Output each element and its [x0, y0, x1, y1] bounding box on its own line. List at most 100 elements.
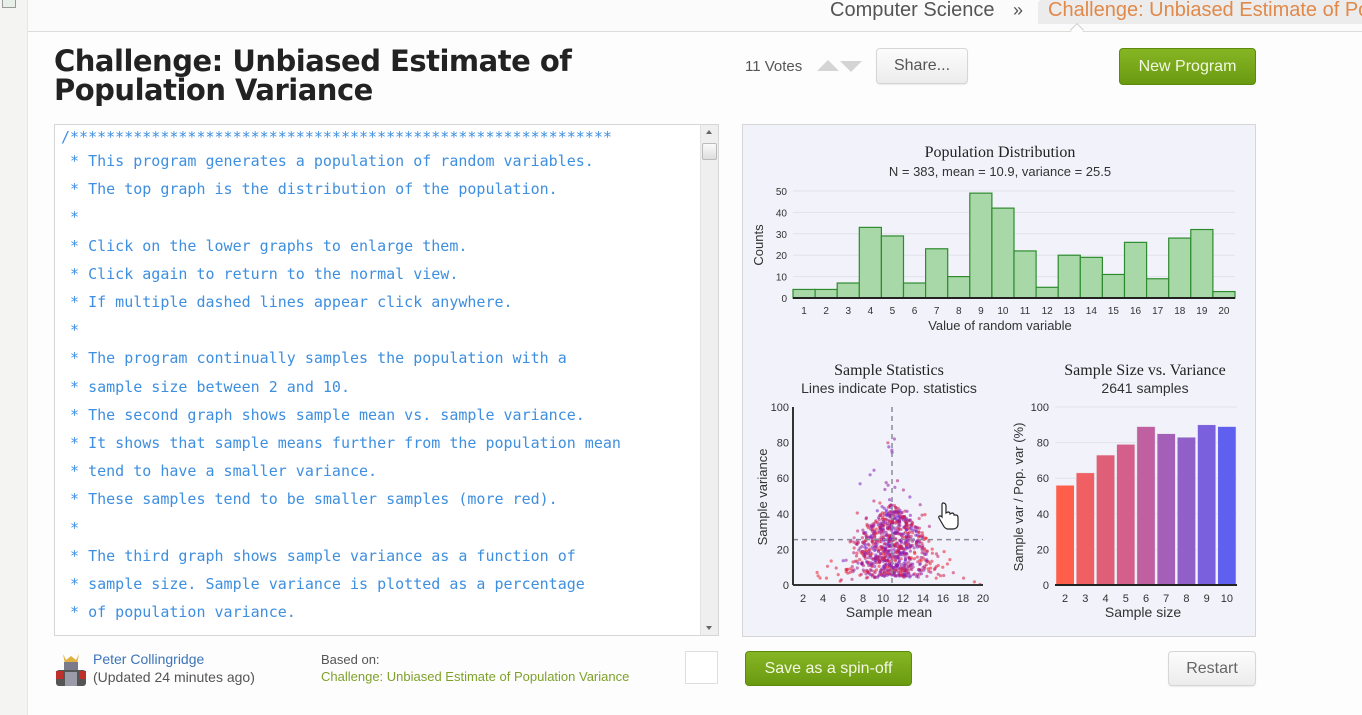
scatter-point	[883, 546, 887, 550]
sample-statistics-chart[interactable]: Sample Statistics Lines indicate Pop. st…	[755, 362, 989, 620]
scrollbar-thumb[interactable]	[702, 143, 717, 160]
scatter-point	[884, 534, 888, 538]
scatter-point	[884, 550, 888, 554]
scatter-point	[929, 570, 933, 574]
vote-up-icon[interactable]	[817, 60, 839, 71]
hist-xtick: 4	[868, 306, 874, 317]
hist-bar	[925, 248, 949, 299]
scroll-down-arrow-icon[interactable]	[706, 626, 712, 630]
scatter-point	[962, 576, 966, 580]
hist-xtick: 5	[890, 306, 896, 317]
scatter-point	[893, 559, 897, 563]
scatter-point	[932, 567, 937, 572]
scatter-point	[883, 487, 887, 492]
code-line: /***************************************…	[61, 128, 612, 146]
hist-xtick: 9	[978, 306, 984, 317]
scatter-point	[898, 508, 902, 512]
hist-bar	[1168, 237, 1192, 299]
scatter-point	[873, 564, 877, 569]
hist-xtick: 15	[1108, 306, 1120, 317]
scatter-point	[884, 481, 888, 485]
scatter-point	[885, 522, 890, 526]
scatter-point	[930, 559, 934, 563]
scatter-point	[904, 546, 908, 550]
vote-down-icon[interactable]	[840, 61, 862, 72]
scatter-point	[858, 557, 862, 562]
scatter-point	[915, 555, 919, 559]
scatter-point	[908, 563, 912, 567]
new-program-button[interactable]: New Program	[1119, 48, 1256, 85]
scatter-point	[896, 549, 900, 553]
scatter-point	[884, 562, 888, 566]
restart-button[interactable]: Restart	[1168, 651, 1256, 686]
breadcrumb-computer-science[interactable]: Computer Science	[830, 0, 995, 22]
code-editor[interactable]: /***************************************…	[54, 124, 719, 636]
code-line: * Click on the lower graphs to enlarge t…	[61, 236, 468, 255]
editor-scrollbar[interactable]	[700, 125, 718, 635]
scatter-ytick: 100	[771, 402, 789, 414]
code-content[interactable]: /***************************************…	[61, 127, 701, 626]
scatter-point	[880, 546, 885, 550]
scatter-point	[913, 572, 917, 576]
sample-size-variance-chart[interactable]: Sample Size vs. Variance 2641 samples Sa…	[1011, 362, 1237, 620]
scatter-point	[844, 567, 848, 572]
scatter-point	[825, 564, 830, 568]
scatter-point	[864, 531, 868, 535]
scatter-point	[848, 570, 852, 574]
scatter-point	[858, 482, 862, 486]
scatter-subtitle: Lines indicate Pop. statistics	[801, 380, 977, 396]
hist-ytick: 10	[776, 273, 788, 284]
hist-xtick: 19	[1196, 306, 1208, 317]
hist-xtick: 18	[1174, 306, 1186, 317]
based-on-link[interactable]: Challenge: Unbiased Estimate of Populati…	[321, 669, 629, 684]
scatter-point	[869, 535, 873, 539]
scatter-point	[922, 547, 926, 551]
scatter-point	[916, 575, 920, 579]
hist-xtick: 11	[1020, 306, 1031, 317]
page-title: Challenge: Unbiased Estimate of Populati…	[54, 44, 572, 107]
scatter-point	[920, 541, 924, 545]
scatter-point	[852, 551, 856, 555]
scatter-point	[895, 526, 899, 530]
save-spinoff-button[interactable]: Save as a spin-off	[745, 651, 912, 686]
scatter-point	[899, 565, 903, 569]
hist-bar	[814, 288, 838, 299]
code-line: * tend to have a smaller variance.	[61, 462, 378, 481]
hist-xtick: 8	[956, 306, 962, 317]
hist-bar	[991, 207, 1015, 299]
code-line: * The third graph shows sample variance …	[61, 546, 576, 565]
author-avatar[interactable]	[53, 652, 89, 688]
scatter-point	[910, 543, 914, 547]
based-on-thumbnail[interactable]	[685, 651, 718, 684]
scatter-ytick: 80	[777, 438, 789, 450]
scatter-ytick: 40	[777, 509, 789, 521]
hist-xtick: 20	[1218, 306, 1230, 317]
scatter-point	[878, 560, 882, 564]
scatter-ytick: 0	[783, 580, 789, 592]
charts-svg[interactable]: Population Distribution N = 383, mean = …	[743, 125, 1257, 638]
scatter-point	[884, 559, 888, 563]
scroll-up-arrow-icon[interactable]	[706, 130, 712, 134]
program-output-canvas[interactable]: Population Distribution N = 383, mean = …	[742, 124, 1256, 637]
scatter-point	[866, 575, 870, 579]
scatter-point	[855, 542, 859, 547]
scatter-point	[854, 554, 859, 558]
hist-bar	[792, 288, 816, 299]
hist-xtick: 14	[1086, 306, 1098, 317]
scatter-point	[829, 559, 833, 563]
scatter-xtick: 18	[957, 593, 969, 605]
scatter-point	[945, 562, 949, 566]
code-line: * of population variance.	[61, 603, 296, 622]
scatter-point	[887, 562, 892, 566]
breadcrumb-current[interactable]: Challenge: Unbiased Estimate of Populati…	[1038, 0, 1362, 24]
scatter-point	[852, 536, 856, 540]
scatter-point	[871, 542, 875, 546]
scatter-point	[887, 445, 891, 449]
share-button[interactable]: Share...	[876, 48, 968, 84]
scatter-point	[874, 544, 878, 548]
scatter-point	[918, 562, 922, 567]
author-link[interactable]: Peter Collingridge	[93, 651, 204, 667]
hist-xtick: 2	[823, 306, 829, 317]
size-xtick: 3	[1082, 593, 1088, 605]
scatter-point	[893, 556, 897, 560]
